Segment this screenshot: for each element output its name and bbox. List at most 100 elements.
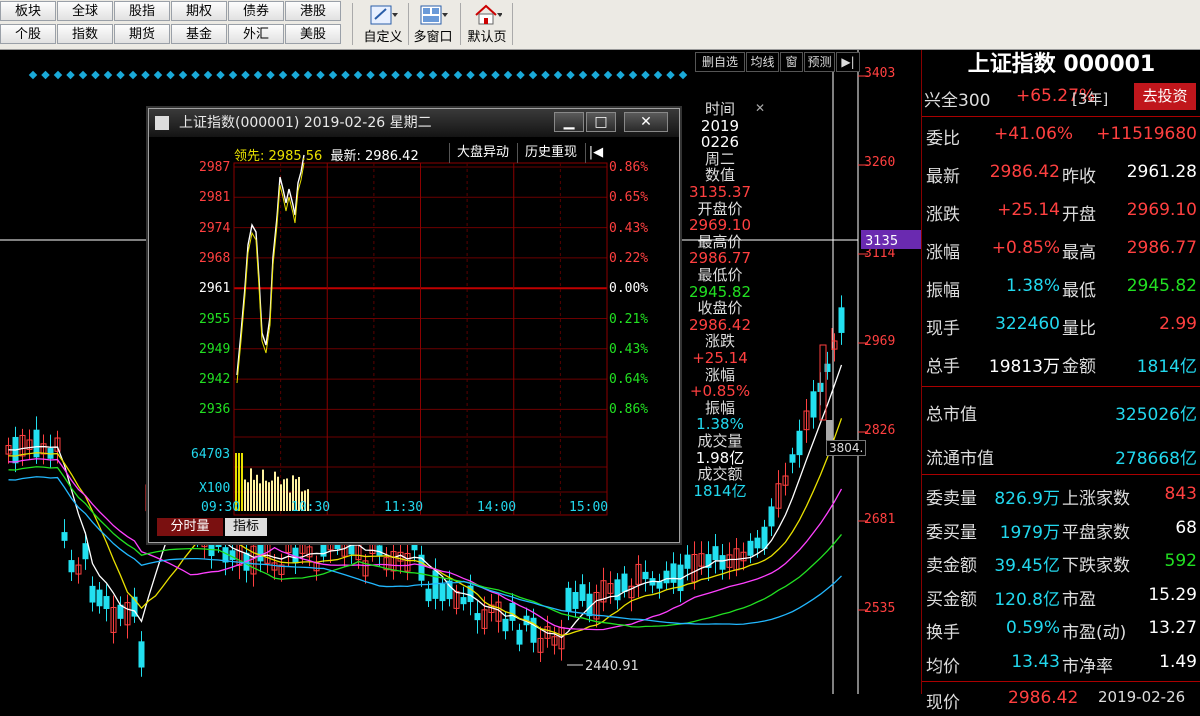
market-anomaly-button[interactable]: 大盘异动 [449, 143, 516, 163]
chart-button-4[interactable]: 预测 [804, 52, 835, 72]
close-button[interactable]: ✕ [624, 112, 668, 132]
chart-button-3[interactable]: 窗 [780, 52, 803, 72]
candle-body [663, 570, 670, 584]
event-diamond [541, 70, 550, 80]
latest-value: 2986.42 [364, 149, 419, 164]
arrow-left-icon: |◀ [588, 145, 604, 160]
event-diamond [591, 70, 600, 80]
quote-label: 最新 [926, 167, 960, 187]
price-axis-label: 2681 [864, 512, 896, 527]
data-window-value: 1.38% [696, 415, 744, 434]
event-diamond [578, 70, 588, 80]
back-arrow-button[interactable]: |◀ [585, 143, 606, 163]
nav-button-9[interactable]: 期货 [114, 24, 170, 44]
chart-button-2[interactable]: 均线 [746, 52, 779, 72]
price-axis-label: 2942 [199, 372, 231, 388]
event-diamond [128, 70, 138, 80]
event-diamond [391, 70, 400, 80]
stat-label: 买金额 [926, 589, 977, 610]
minimize-button[interactable]: ▁ [554, 112, 584, 132]
price-axis-label: 2949 [199, 341, 231, 357]
quote-value: 2.99 [1159, 314, 1197, 334]
stat-label: 卖金额 [926, 556, 977, 576]
candle-body [425, 588, 432, 602]
time-axis-label: 10:30 [291, 500, 331, 515]
default-page-button[interactable]: 默认页 [460, 1, 514, 47]
stat-value: 843 [1164, 484, 1197, 504]
quote-panel: 上证指数 000001 兴全300 +65.27% [3年] 去投资 委比 +41… [921, 50, 1200, 713]
event-diamond [491, 70, 500, 80]
nav-button-11[interactable]: 外汇 [228, 24, 284, 44]
nav-button-8[interactable]: 指数 [57, 24, 113, 44]
chart-button-1[interactable]: 删自选 [695, 52, 745, 72]
intraday-popup-window[interactable]: 上证指数(000001) 2019-02-26 星期二 ▁ □ ✕ 领先: 29… [148, 101, 765, 543]
event-diamond [428, 70, 438, 80]
stat-row: 委买量 1979万 平盘家数 68 [922, 512, 1200, 546]
nav-button-12[interactable]: 美股 [285, 24, 341, 44]
candle-body [796, 430, 803, 456]
data-window-close-icon[interactable]: ✕ [755, 101, 765, 115]
time-axis-label: 09:30 [201, 500, 241, 515]
maximize-button[interactable]: □ [586, 112, 616, 132]
customize-icon [368, 4, 398, 26]
quote-label: 开盘 [1062, 205, 1096, 225]
price-axis-label: 2826 [864, 423, 896, 438]
candle-body [103, 596, 110, 609]
invest-button[interactable]: 去投资 [1134, 83, 1196, 110]
tab-volume[interactable]: 分时量 [157, 518, 223, 536]
stat-label: 上涨家数 [1062, 489, 1130, 509]
nav-button-10[interactable]: 基金 [171, 24, 227, 44]
candle-body [810, 391, 817, 418]
low-price-marker: 2440.91 [585, 659, 639, 674]
event-diamond [228, 70, 238, 80]
event-diamond [503, 70, 513, 80]
quote-value: 19813万 [988, 357, 1060, 377]
event-diamond [341, 70, 350, 80]
nav-button-3[interactable]: 股指 [114, 1, 170, 21]
quote-label: 现手 [926, 319, 960, 339]
data-window-value: 0226 [700, 133, 740, 152]
nav-button-7[interactable]: 个股 [0, 24, 56, 44]
history-replay-button[interactable]: 历史重现 [517, 143, 584, 163]
popup-titlebar[interactable]: 上证指数(000001) 2019-02-26 星期二 ▁ □ ✕ [149, 109, 679, 137]
nav-button-2[interactable]: 全球 [57, 1, 113, 21]
default-page-label: 默认页 [467, 30, 507, 45]
nav-button-4[interactable]: 期权 [171, 1, 227, 21]
candle-body [826, 420, 833, 442]
percent-axis-label: 0.65% [609, 190, 649, 206]
stat-row: 卖金额 39.45亿 下跌家数 592 [922, 545, 1200, 579]
price-axis-label: 2981 [199, 190, 231, 206]
candle-body [754, 537, 761, 549]
quote-value: 322460 [995, 314, 1060, 334]
volume-max-label: 64703 [191, 447, 231, 462]
stat-label: 委买量 [926, 522, 977, 543]
stat-label: 委卖量 [926, 489, 977, 509]
candle-body [572, 592, 579, 609]
bid-diff-value: +11519680 [1096, 124, 1197, 144]
stat-value: 39.45亿 [994, 556, 1060, 576]
event-diamond [353, 70, 363, 80]
nav-button-1[interactable]: 板块 [0, 1, 56, 21]
quote-label: 涨幅 [926, 243, 960, 263]
event-diamond [253, 70, 263, 80]
candle-body [684, 554, 691, 569]
multi-window-label: 多窗口 [413, 30, 453, 45]
data-window-label: 开盘价 [697, 199, 743, 218]
data-window-label: 最低价 [697, 266, 743, 284]
nav-button-5[interactable]: 债券 [228, 1, 284, 21]
collapse-panel-button[interactable]: ▶| [836, 52, 860, 72]
multi-window-button[interactable]: 多窗口 [406, 1, 460, 47]
event-diamond [116, 70, 125, 80]
tab-indicator[interactable]: 指标 [225, 518, 267, 536]
event-diamond [603, 70, 613, 80]
event-diamond [316, 70, 325, 80]
nav-button-6[interactable]: 港股 [285, 1, 341, 21]
toolbar-separator [512, 3, 513, 45]
event-diamond [653, 70, 663, 80]
home-icon [472, 4, 503, 26]
stat-value: 68 [1175, 517, 1197, 538]
current-price-value: 2986.42 [1008, 688, 1079, 708]
event-diamond [378, 70, 388, 80]
event-diamond [478, 70, 488, 80]
customize-button[interactable]: 自定义 [356, 1, 410, 47]
